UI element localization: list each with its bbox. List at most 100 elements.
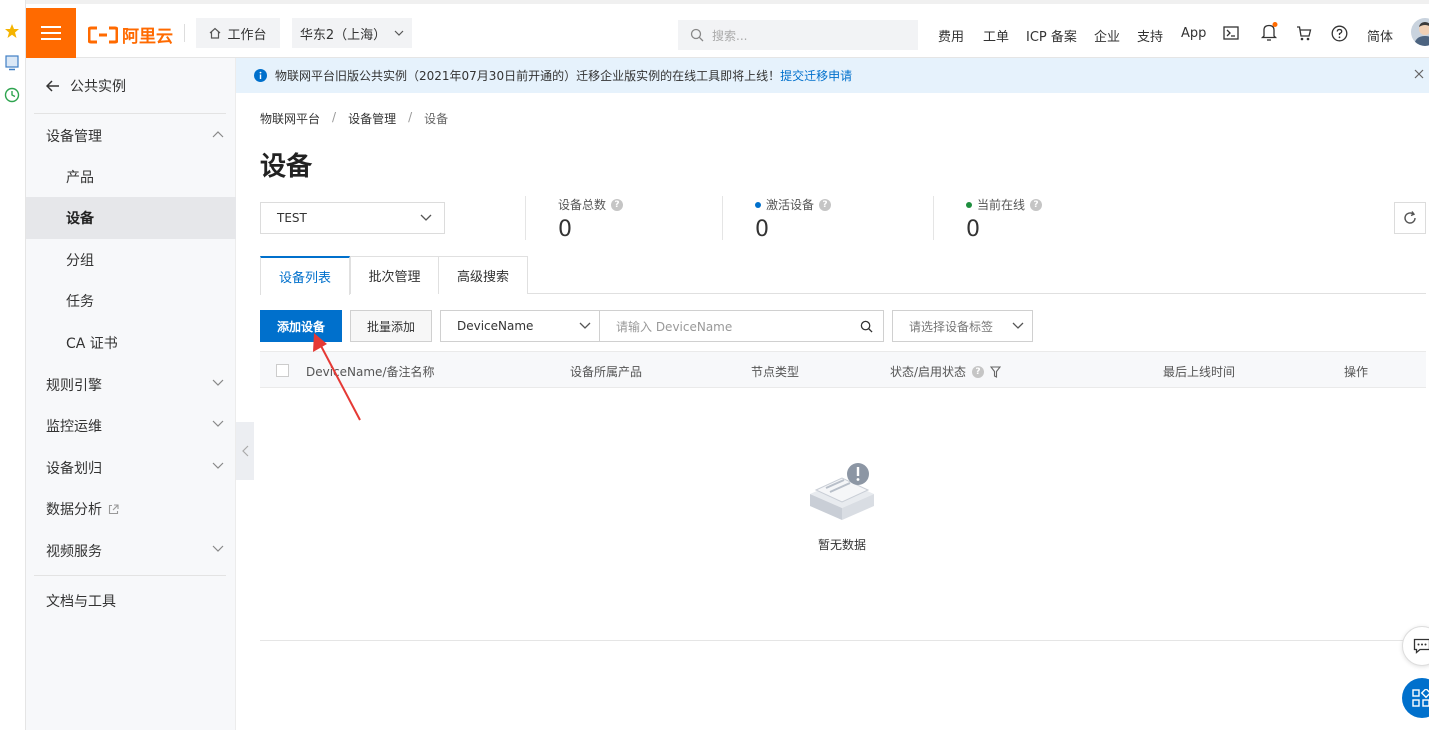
chevron-up-icon — [212, 131, 224, 138]
workbench-button[interactable]: 工作台 — [196, 18, 280, 48]
product-select[interactable]: TEST — [260, 202, 445, 234]
tab-device-list[interactable]: 设备列表 — [260, 256, 350, 295]
help-icon[interactable] — [1331, 25, 1348, 46]
chat-icon — [1413, 638, 1429, 654]
sidebar-item-device-transfer[interactable]: 设备划归 — [26, 447, 236, 489]
help-icon[interactable]: ? — [972, 365, 985, 378]
empty-text: 暂无数据 — [817, 538, 866, 552]
chevron-down-icon — [212, 545, 224, 552]
search-field-select[interactable]: DeviceName — [440, 310, 600, 342]
sidebar-item-group[interactable]: 分组 — [26, 239, 236, 281]
tag-select-placeholder: 请选择设备标签 — [909, 319, 994, 334]
stat-divider — [525, 196, 526, 240]
page-title: 设备 — [260, 152, 313, 182]
tab-batch-management[interactable]: 批次管理 — [350, 256, 439, 294]
clock-icon[interactable] — [3, 86, 21, 104]
external-link-icon — [108, 503, 119, 514]
sidebar-item-video-service[interactable]: 视频服务 — [26, 530, 236, 572]
stat-value: 0 — [966, 217, 980, 242]
cart-icon[interactable] — [1296, 26, 1312, 45]
sidebar-item-device[interactable]: 设备 — [26, 197, 236, 239]
help-icon[interactable]: ? — [611, 198, 624, 211]
sidebar-item-data-analysis[interactable]: 数据分析 — [26, 488, 236, 530]
help-icon[interactable]: ? — [819, 198, 832, 211]
breadcrumb-device-management[interactable]: 设备管理 — [348, 110, 396, 127]
notification-bell-icon[interactable] — [1260, 22, 1278, 46]
sidebar-item-task[interactable]: 任务 — [26, 280, 236, 322]
sidebar-item-rules-engine[interactable]: 规则引擎 — [26, 364, 236, 406]
product-select-value: TEST — [277, 211, 307, 225]
sidebar-item-docs-tools[interactable]: 文档与工具 — [26, 580, 236, 622]
quick-access-strip — [0, 0, 26, 730]
tab-label: 设备列表 — [278, 271, 331, 286]
notice-banner: 物联网平台旧版公共实例（2021年07月30日前开通的）迁移企业版实例的在线工具… — [236, 58, 1429, 93]
refresh-button[interactable] — [1394, 202, 1426, 234]
region-select[interactable]: 华东2（上海） — [292, 18, 412, 48]
search-icon[interactable] — [860, 320, 873, 333]
sidebar-item-label: CA 证书 — [66, 336, 118, 352]
sidebar-divider — [34, 575, 226, 576]
nav-app[interactable]: App — [1181, 26, 1206, 41]
monitor-icon[interactable] — [3, 54, 21, 72]
sidebar-collapse-handle[interactable] — [236, 422, 254, 480]
chevron-left-icon — [241, 445, 248, 457]
aliyun-logo[interactable]: 阿里云 — [88, 22, 173, 47]
chevron-down-icon — [420, 214, 432, 221]
column-last-online: 最后上线时间 — [1163, 363, 1235, 380]
device-tag-select[interactable]: 请选择设备标签 — [892, 310, 1033, 342]
select-all-checkbox[interactable] — [276, 364, 289, 377]
sidebar-item-ca-cert[interactable]: CA 证书 — [26, 322, 236, 364]
hamburger-menu-button[interactable] — [26, 8, 76, 58]
nav-icp[interactable]: ICP 备案 — [1026, 26, 1077, 45]
column-product: 设备所属产品 — [570, 363, 642, 380]
table-bottom-divider — [260, 640, 1426, 641]
tab-bar: 设备列表 批次管理 高级搜索 — [260, 256, 1426, 295]
refresh-icon — [1404, 211, 1416, 224]
breadcrumb-current: 设备 — [424, 112, 449, 126]
stat-value: 0 — [558, 217, 572, 242]
stat-label: 设备总数 — [558, 198, 607, 212]
sidebar-item-product[interactable]: 产品 — [26, 156, 236, 198]
sidebar-group-device-management[interactable]: 设备管理 — [26, 115, 236, 157]
sidebar-item-label: 设备划归 — [46, 461, 102, 477]
tab-label: 批次管理 — [368, 270, 421, 285]
stat-label: 激活设备 — [766, 198, 815, 212]
stat-value: 0 — [755, 217, 769, 242]
nav-support[interactable]: 支持 — [1137, 26, 1163, 45]
status-dot — [755, 201, 761, 208]
chevron-down-icon — [1012, 322, 1024, 329]
sidebar-item-monitoring[interactable]: 监控运维 — [26, 405, 236, 447]
nav-enterprise[interactable]: 企业 — [1094, 26, 1120, 45]
top-bar: 阿里云 工作台 华东2（上海） 搜索... 费用 工单 ICP 备案 企业 支持… — [26, 0, 1429, 58]
breadcrumb-iot-platform[interactable]: 物联网平台 — [260, 110, 320, 127]
stat-divider — [933, 196, 934, 240]
chevron-down-icon — [212, 462, 224, 469]
top-separator — [184, 24, 185, 42]
search-field-value: DeviceName — [457, 319, 534, 333]
stat-divider — [722, 196, 723, 240]
sidebar-item-label: 分组 — [66, 253, 94, 269]
nav-fees[interactable]: 费用 — [938, 26, 964, 45]
apps-button[interactable] — [1402, 678, 1429, 718]
close-icon[interactable] — [1413, 68, 1425, 80]
column-node-type: 节点类型 — [751, 363, 799, 380]
global-search-input[interactable]: 搜索... — [678, 20, 918, 50]
sidebar-item-label: 设备 — [66, 211, 94, 227]
star-icon[interactable] — [3, 22, 21, 40]
language-switch[interactable]: 简体 — [1367, 26, 1393, 45]
column-label: 设备所属产品 — [570, 365, 643, 379]
sidebar-item-label: 产品 — [66, 170, 94, 186]
device-search-input[interactable]: 请输入 DeviceName — [599, 310, 884, 342]
chat-button[interactable] — [1402, 626, 1429, 666]
nav-tickets[interactable]: 工单 — [983, 26, 1009, 45]
terminal-icon[interactable] — [1223, 26, 1239, 44]
notice-migration-link[interactable]: 提交迁移申请 — [780, 69, 852, 83]
filter-icon[interactable] — [990, 365, 1002, 378]
tab-advanced-search[interactable]: 高级搜索 — [438, 256, 528, 294]
help-icon[interactable]: ? — [1030, 198, 1043, 211]
home-icon — [210, 27, 221, 39]
column-label: 最后上线时间 — [1163, 365, 1236, 379]
sidebar-item-label: 监控运维 — [46, 419, 102, 435]
back-to-instances[interactable]: 公共实例 — [46, 76, 126, 96]
avatar[interactable] — [1411, 18, 1429, 46]
